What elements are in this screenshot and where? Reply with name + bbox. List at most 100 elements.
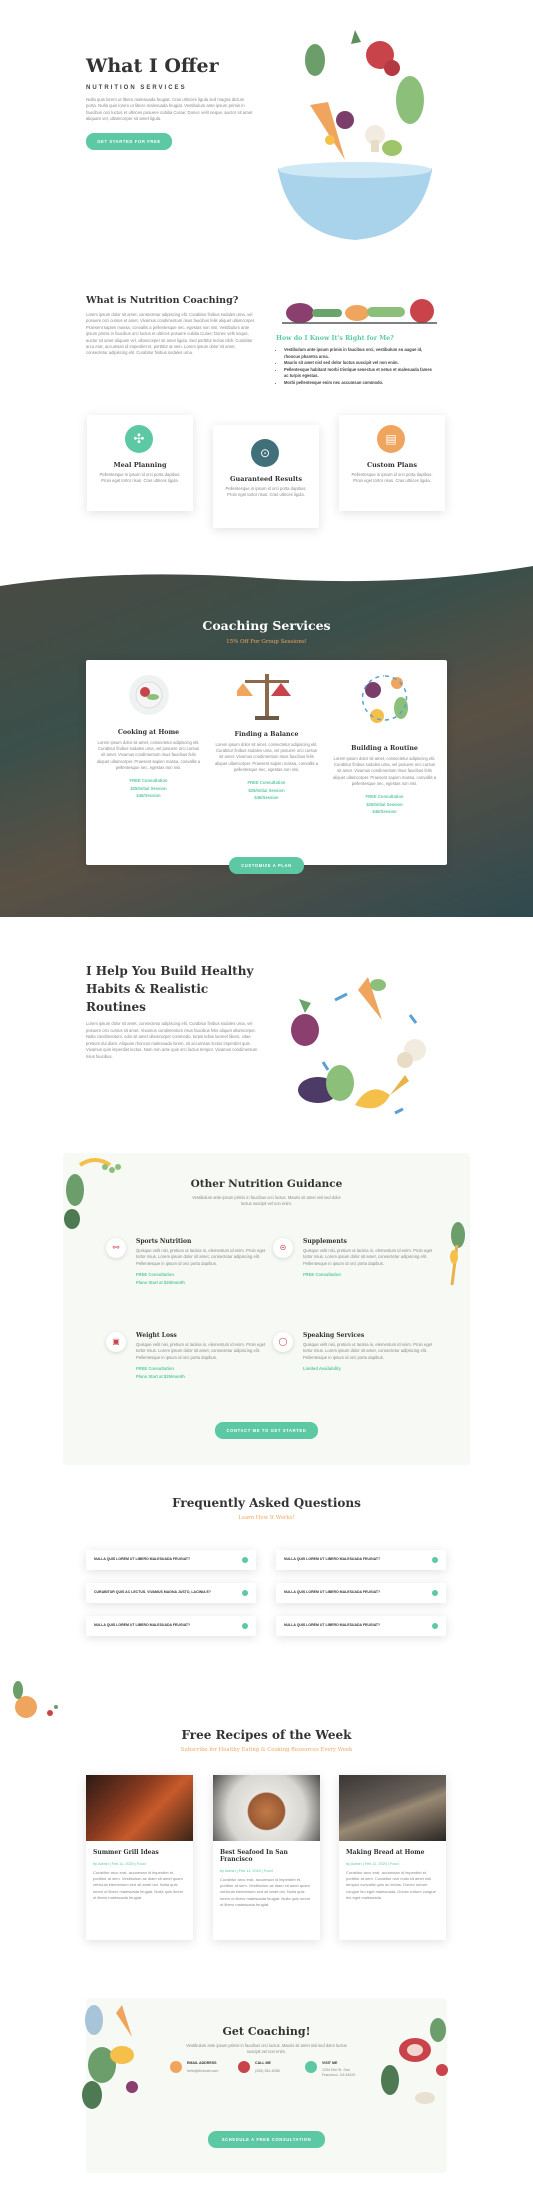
service-title: Meal Planning (113, 461, 167, 469)
grill-image[interactable] (86, 1775, 193, 1841)
service-body: Pellentesque in ipsum id orci porta dapi… (225, 486, 307, 498)
consultation-link[interactable]: FREE Consultation (332, 793, 437, 801)
bread-image[interactable] (339, 1775, 446, 1841)
habits-body: Lorem ipsum dolor sit amet, consectetur … (86, 1021, 258, 1059)
service-title: Guaranteed Results (230, 475, 302, 483)
faq-item[interactable]: NULLA QUIS LOREM UT LIBERO MALESUADA FEU… (86, 1616, 256, 1636)
habits-title: I Help You Build Healthy Habits & Realis… (86, 964, 254, 1014)
what-title: What is Nutrition Coaching? (86, 295, 239, 306)
get-started-button[interactable]: GET STARTED FOR FREE (86, 132, 172, 150)
utensils-icon: ✣ (125, 425, 153, 453)
coaching-column-body: Lorem ipsum dolor sit amet, consectetur … (96, 740, 201, 770)
page: What I Offer NUTRITION SERVICES Nulla qu… (0, 0, 533, 2197)
recipe-title[interactable]: Making Bread at Home (346, 1849, 439, 1856)
pill-icon: ⊝ (273, 1238, 293, 1258)
plans-link[interactable]: Plans Start at $25/month (136, 1373, 266, 1381)
faq-question: NULLA QUIS LOREM UT LIBERO MALESUADA FEU… (284, 1590, 381, 1594)
customize-plan-button[interactable]: CUSTOMIZE A PLAN (229, 857, 304, 874)
wheat-illustration (450, 1222, 465, 1286)
plans-link[interactable]: Plans Start at $25/month (136, 1279, 266, 1287)
faq-item[interactable]: NULLA QUIS LOREM UT LIBERO MALESUADA FEU… (276, 1550, 446, 1570)
recipe-meta: by Admin | Feb 11, 2020 | Food (93, 1862, 146, 1866)
recipe-card[interactable]: Making Bread at Home by Admin | Feb 11, … (339, 1775, 446, 1940)
faq-item[interactable]: NULLA QUIS LOREM UT LIBERO MALESUADA FEU… (276, 1616, 446, 1636)
clipboard-icon: ▤ (377, 425, 405, 453)
vegetables-illustration (282, 299, 437, 324)
coaching-column: Building a Routine Lorem ipsum dolor sit… (332, 668, 437, 816)
session-link[interactable]: $45/Session (214, 794, 319, 802)
plus-icon[interactable] (242, 1623, 248, 1629)
faq-item[interactable]: NULLA QUIS LOREM UT LIBERO MALESUADA FEU… (276, 1583, 446, 1603)
consultation-link[interactable]: FREE Consultation (96, 777, 201, 785)
plate-illustration (128, 675, 169, 715)
recipe-title[interactable]: Best Seafood In San Francisco (220, 1849, 313, 1863)
guidance-item-body: Quisque velit nisi, pretium ut lacinia i… (303, 1248, 433, 1266)
initial-session-link[interactable]: $25/Initial Session (214, 787, 319, 795)
recipe-title[interactable]: Summer Grill Ideas (93, 1849, 186, 1856)
coaching-column-title: Building a Routine (351, 745, 418, 752)
session-link[interactable]: $45/Session (96, 792, 201, 800)
contact-label: EMAIL ADDRESS (187, 2061, 217, 2065)
salad-bowl-illustration (277, 30, 433, 240)
schedule-consultation-button[interactable]: SCHEDULE A FREE CONSULTATION (208, 2131, 325, 2148)
faq-subtitle: Learn How It Works! (238, 1515, 295, 1521)
contact-button[interactable]: CONTACT ME TO GET STARTED (215, 1422, 318, 1439)
coaching-card: Cooking at Home Lorem ipsum dolor sit am… (86, 660, 447, 865)
consultation-link[interactable]: FREE Consultation (214, 779, 319, 787)
mail-icon (170, 2061, 182, 2073)
contact-item: EMAIL ADDRESS hello@divinutri.com (170, 2061, 230, 2073)
recipe-card[interactable]: Best Seafood In San Francisco by Admin |… (213, 1775, 320, 1940)
email-value[interactable]: hello@divinutri.com (187, 2069, 230, 2073)
availability-link[interactable]: Limited Availability (303, 1365, 433, 1373)
plus-icon[interactable] (432, 1557, 438, 1563)
coaching-subtitle: 15% Off For Group Sessions! (226, 639, 307, 645)
guidance-item-body: Quisque velit nisi, pretium ut lacinia i… (136, 1248, 266, 1266)
faq-question: CURABITUR QUIS AC LECTUS. VIVAMUS MAGNA … (94, 1590, 211, 1594)
guidance-title: Other Nutrition Guidance (190, 1178, 343, 1190)
coaching-column: Cooking at Home Lorem ipsum dolor sit am… (96, 668, 201, 800)
plus-icon[interactable] (242, 1557, 248, 1563)
initial-session-link[interactable]: $25/Initial Session (96, 785, 201, 793)
guidance-item: ▣ Weight Loss Quisque velit nisi, pretiu… (106, 1332, 266, 1381)
recipe-excerpt: Curabitur arcu erat, accumsan id imperdi… (93, 1870, 184, 1900)
faq-item[interactable]: CURABITUR QUIS AC LECTUS. VIVAMUS MAGNA … (86, 1583, 256, 1603)
contact-intro: Vestibulum ante ipsum primis in faucibus… (186, 2043, 347, 2055)
plus-icon[interactable] (432, 1623, 438, 1629)
faq-item[interactable]: NULLA QUIS LOREM UT LIBERO MALESUADA FEU… (86, 1550, 256, 1570)
right-title: How do I Know It's Right for Me? (276, 335, 394, 342)
recipes-section: Free Recipes of the Week Subscribe for H… (0, 1670, 533, 1950)
guidance-item-title: Speaking Services (303, 1332, 365, 1339)
service-card: ✣ Meal Planning Pellentesque in ipsum id… (87, 415, 193, 511)
consultation-link[interactable]: FREE Consultation (136, 1365, 266, 1373)
initial-session-link[interactable]: $25/Initial Session (332, 801, 437, 809)
pin-icon (305, 2061, 317, 2073)
citrus-illustration (13, 1681, 58, 1718)
consultation-link[interactable]: FREE Consultation (303, 1271, 433, 1279)
guidance-item-title: Supplements (303, 1238, 347, 1245)
benefit-item: Vestibulum ante ipsum primis in faucibus… (284, 347, 436, 360)
seafood-image[interactable] (213, 1775, 320, 1841)
faq-question: NULLA QUIS LOREM UT LIBERO MALESUADA FEU… (284, 1557, 381, 1561)
hero-subtitle: NUTRITION SERVICES (86, 85, 187, 91)
dumbbell-icon: ⚯ (106, 1238, 126, 1258)
consultation-link[interactable]: FREE Consultation (136, 1271, 266, 1279)
coaching-column-title: Cooking at Home (117, 729, 180, 736)
routine-illustration (361, 675, 408, 723)
guidance-item-title: Sports Nutrition (136, 1238, 192, 1245)
contact-label: CALL ME (255, 2061, 271, 2065)
plus-icon[interactable] (432, 1590, 438, 1596)
habits-cycle-illustration (291, 977, 426, 1115)
phone-value[interactable]: (255) 352-6258 (255, 2069, 298, 2073)
what-body: Lorem ipsum dolor sit amet, consectetur … (86, 312, 256, 356)
plus-icon[interactable] (242, 1590, 248, 1596)
guidance-section: Other Nutrition Guidance Vestibulum ante… (0, 1150, 533, 1470)
faq-question: NULLA QUIS LOREM UT LIBERO MALESUADA FEU… (94, 1557, 191, 1561)
session-link[interactable]: $45/Session (332, 808, 437, 816)
recipes-subtitle: Subscribe for Healthy Eating & Cooking R… (180, 1747, 353, 1753)
habits-section: I Help You Build Healthy Habits & Realis… (0, 940, 533, 1140)
guidance-item-body: Quisque velit nisi, pretium ut lacinia i… (303, 1342, 433, 1360)
contact-item: CALL ME (255) 352-6258 (238, 2061, 298, 2073)
guidance-intro: Vestibulum ante ipsum primis in faucibus… (192, 1195, 341, 1207)
recipe-card[interactable]: Summer Grill Ideas by Admin | Feb 11, 20… (86, 1775, 193, 1940)
recipe-excerpt: Curabitur arcu erat, accumsan id imperdi… (346, 1870, 436, 1900)
